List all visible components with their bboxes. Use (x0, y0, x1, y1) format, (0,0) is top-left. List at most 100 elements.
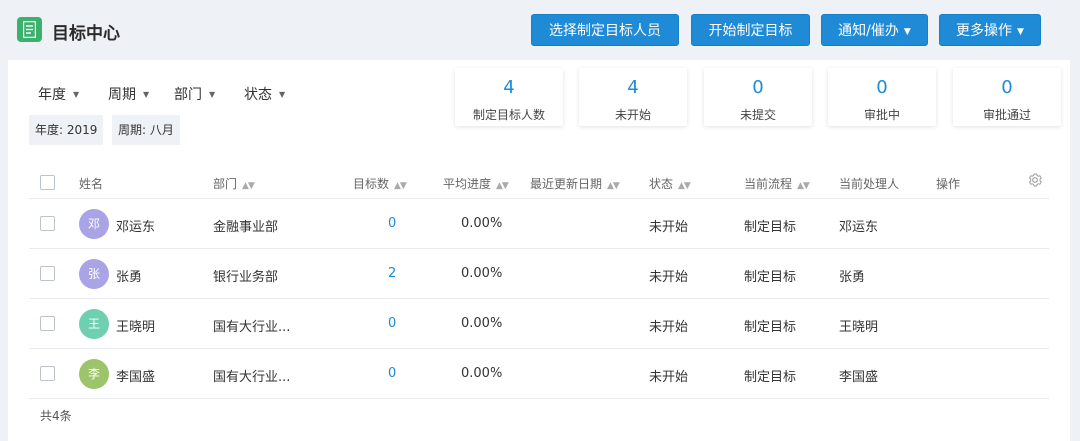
column-header-department[interactable]: 部门 ▲▼ (213, 175, 255, 192)
status-cell: 未开始 (649, 370, 689, 385)
select-goal-people-button[interactable]: 选择制定目标人员 (531, 14, 679, 46)
avatar: 李 (79, 359, 109, 389)
caret-down-icon: ▼ (903, 27, 911, 37)
more-actions-label: 更多操作 (956, 23, 1013, 39)
department-filter-label: 部门 (174, 87, 202, 103)
department-cell: 金融事业部 (213, 220, 279, 235)
handler-cell: 张勇 (839, 270, 866, 285)
table-header: 姓名 部门 ▲▼ 目标数 ▲▼ 平均进度 ▲▼ 最近更新日期 ▲▼ 状态 ▲▼ 当前流程 ▲… (29, 165, 1049, 199)
table-row[interactable]: 邓 邓运东 金融事业部 0 0.00% 未开始 制定目标 邓运东 (29, 199, 1049, 249)
department-filter-dropdown[interactable]: 部门 ▼ (174, 84, 215, 104)
department-cell: 国有大行业... (213, 320, 291, 335)
flow-cell: 制定目标 (744, 320, 797, 335)
document-icon (17, 17, 42, 42)
stat-label: 制定目标人数 (472, 108, 545, 122)
avatar: 张 (79, 259, 109, 289)
goal-count-link[interactable]: 0 (388, 366, 396, 381)
stat-value: 0 (876, 77, 888, 98)
column-header-label: 最近更新日期 (530, 177, 603, 191)
stat-label: 审批通过 (982, 108, 1031, 122)
row-checkbox[interactable] (40, 316, 55, 331)
avg-progress-cell: 0.00% (461, 216, 503, 231)
stat-label: 审批中 (863, 108, 900, 122)
stat-card-not-started[interactable]: 4 未开始 (579, 68, 687, 126)
row-checkbox[interactable] (40, 216, 55, 231)
select-all-checkbox[interactable] (40, 175, 55, 190)
start-goal-setting-button[interactable]: 开始制定目标 (691, 14, 810, 46)
gear-icon[interactable] (1027, 172, 1045, 190)
stat-card-in-approval[interactable]: 0 审批中 (828, 68, 936, 126)
handler-cell: 邓运东 (839, 220, 879, 235)
select-goal-people-label: 选择制定目标人员 (549, 23, 661, 39)
row-checkbox[interactable] (40, 266, 55, 281)
person-name: 张勇 (116, 270, 143, 285)
sort-icon[interactable]: ▲▼ (607, 181, 620, 191)
stat-label: 未提交 (739, 108, 776, 122)
start-goal-setting-label: 开始制定目标 (708, 23, 793, 39)
handler-cell: 李国盛 (839, 370, 879, 385)
avg-progress-cell: 0.00% (461, 316, 503, 331)
caret-down-icon: ▼ (73, 90, 80, 99)
status-cell: 未开始 (649, 270, 689, 285)
avg-progress-cell: 0.00% (461, 366, 503, 381)
column-header-flow[interactable]: 当前流程 ▲▼ (744, 175, 810, 192)
stat-value: 4 (627, 77, 639, 98)
goal-count-link[interactable]: 0 (388, 216, 396, 231)
stat-card-not-submitted[interactable]: 0 未提交 (704, 68, 812, 126)
column-header-label: 当前流程 (744, 177, 793, 191)
cycle-filter-dropdown[interactable]: 周期 ▼ (108, 84, 149, 104)
person-name: 邓运东 (116, 220, 156, 235)
department-cell: 国有大行业... (213, 370, 291, 385)
flow-cell: 制定目标 (744, 220, 797, 235)
column-header-label: 目标数 (353, 177, 390, 191)
caret-down-icon: ▼ (279, 90, 286, 99)
sort-icon[interactable]: ▲▼ (394, 181, 407, 191)
column-header-last-update[interactable]: 最近更新日期 ▲▼ (530, 175, 620, 192)
cycle-filter-tag[interactable]: 周期: 八月 (112, 115, 180, 145)
column-header-handler: 当前处理人 (839, 175, 899, 192)
department-cell: 银行业务部 (213, 270, 279, 285)
sort-icon[interactable]: ▲▼ (242, 181, 255, 191)
person-name: 李国盛 (116, 370, 156, 385)
caret-down-icon: ▼ (143, 90, 150, 99)
year-filter-tag[interactable]: 年度: 2019 (29, 115, 104, 145)
stat-label: 未开始 (614, 108, 651, 122)
stat-value: 0 (1001, 77, 1013, 98)
stat-card-total[interactable]: 4 制定目标人数 (455, 68, 563, 126)
caret-down-icon: ▼ (1017, 27, 1024, 37)
column-header-label: 姓名 (79, 177, 104, 191)
sort-icon[interactable]: ▲▼ (496, 181, 509, 191)
year-filter-label: 年度 (38, 87, 66, 103)
handler-cell: 王晓明 (839, 320, 879, 335)
more-actions-button[interactable]: 更多操作 ▼ (939, 14, 1041, 46)
goal-count-link[interactable]: 0 (388, 316, 396, 331)
table-row[interactable]: 李 李国盛 国有大行业... 0 0.00% 未开始 制定目标 李国盛 (29, 349, 1049, 399)
year-filter-dropdown[interactable]: 年度 ▼ (38, 84, 79, 104)
total-count: 共4条 (40, 409, 72, 423)
flow-cell: 制定目标 (744, 270, 797, 285)
column-header-label: 状态 (649, 177, 674, 191)
column-header-action: 操作 (936, 175, 960, 192)
column-header-name: 姓名 (79, 175, 103, 192)
stat-value: 0 (752, 77, 764, 98)
column-header-goal-count[interactable]: 目标数 ▲▼ (353, 175, 407, 192)
stat-card-approved[interactable]: 0 审批通过 (953, 68, 1061, 126)
notify-remind-button[interactable]: 通知/催办 ▼ (821, 14, 928, 46)
status-filter-dropdown[interactable]: 状态 ▼ (244, 84, 285, 104)
row-checkbox[interactable] (40, 366, 55, 381)
avatar: 邓 (79, 209, 109, 239)
flow-cell: 制定目标 (744, 370, 797, 385)
table-row[interactable]: 王 王晓明 国有大行业... 0 0.00% 未开始 制定目标 王晓明 (29, 299, 1049, 349)
column-header-label: 操作 (936, 177, 961, 191)
column-header-avg-progress[interactable]: 平均进度 ▲▼ (443, 175, 509, 192)
status-cell: 未开始 (649, 220, 689, 235)
goal-count-link[interactable]: 2 (388, 266, 396, 281)
sort-icon[interactable]: ▲▼ (797, 181, 810, 191)
notify-remind-label: 通知/催办 (838, 23, 899, 39)
sort-icon[interactable]: ▲▼ (678, 181, 691, 191)
column-header-label: 平均进度 (443, 177, 492, 191)
header-bar: 目标中心 选择制定目标人员 开始制定目标 通知/催办 ▼ 更多操作 ▼ (0, 0, 1080, 58)
table-row[interactable]: 张 张勇 银行业务部 2 0.00% 未开始 制定目标 张勇 (29, 249, 1049, 299)
cycle-filter-label: 周期 (108, 87, 136, 103)
column-header-status[interactable]: 状态 ▲▼ (649, 175, 691, 192)
